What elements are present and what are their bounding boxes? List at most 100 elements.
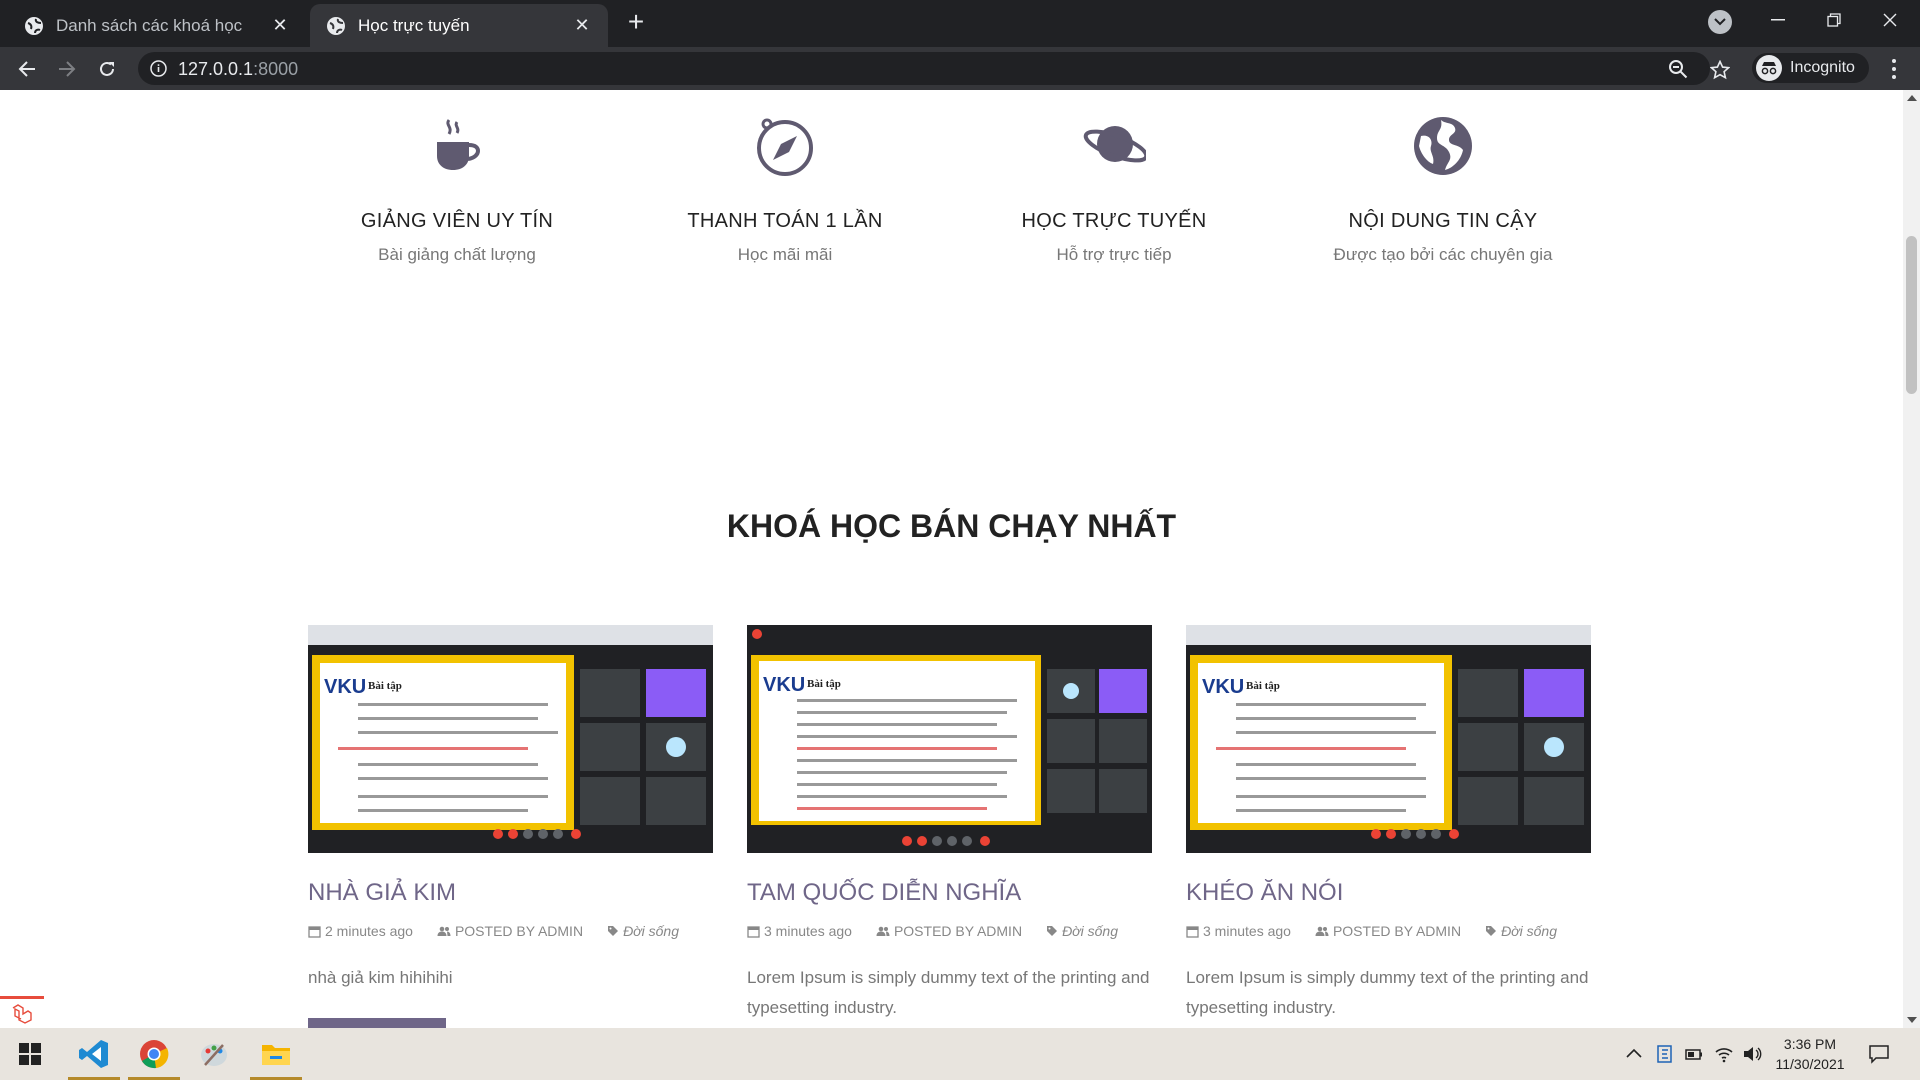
feature-trusted-content: NỘI DUNG TIN CẬY Được tạo bởi các chuyên… [1278,114,1608,265]
paint-icon[interactable] [184,1028,244,1080]
input-method-icon[interactable] [1655,1044,1675,1064]
windows-start-icon[interactable] [0,1028,60,1080]
users-icon [437,926,451,936]
calendar-icon [308,925,321,938]
globe-icon [1414,117,1472,175]
url-port: :8000 [253,59,299,79]
new-tab-button[interactable]: + [622,8,650,37]
feature-subtitle: Hỗ trợ trực tiếp [1056,245,1172,264]
chrome-icon[interactable] [124,1028,184,1080]
page-scrollbar[interactable] [1903,90,1920,1028]
post-category[interactable]: Đời sống [1046,923,1118,939]
course-description: Lorem Ipsum is simply dummy text of the … [747,968,1150,1017]
forward-arrow-icon [59,61,76,77]
scrollbar-thumb[interactable] [1906,236,1917,394]
course-title[interactable]: TAM QUỐC DIỄN NGHĨA [747,879,1152,907]
feature-subtitle: Bài giảng chất lượng [378,245,536,264]
incognito-icon [1756,55,1782,81]
thumbnail-brand: VKU [324,676,366,698]
address-bar[interactable]: 127.0.0.1:8000 [138,52,1710,85]
bookmark-star-icon[interactable] [1710,60,1730,80]
back-button[interactable] [11,53,43,85]
feature-title: GIẢNG VIÊN UY TÍN [360,210,554,232]
close-tab-icon[interactable]: ✕ [572,15,592,36]
tag-icon [1486,926,1497,936]
tab-course-list[interactable]: Danh sách các khoá học ✕ [8,4,306,47]
tab-title: Học trực tuyến [358,15,470,35]
thumbnail-heading: Bài tập [368,680,402,692]
course-thumbnail[interactable]: VKU Bài tập [1186,625,1591,853]
course-card[interactable]: VKU Bài tập KHÉO ĂN NÓI 3 minutes ago PO… [1186,625,1591,1023]
close-tab-icon[interactable]: ✕ [270,15,290,36]
post-category-text: Đời sống [623,923,679,939]
post-time: 2 minutes ago [308,923,413,939]
course-card[interactable]: VKU Bài tập NHÀ GIẢ KIM 2 minutes ago PO… [308,625,713,993]
post-author: POSTED BY ADMIN [437,923,583,939]
incognito-label: Incognito [1790,59,1855,76]
tab-online-learning[interactable]: Học trực tuyến ✕ [310,4,608,47]
post-time: 3 minutes ago [1186,923,1291,939]
calendar-icon [1186,925,1199,938]
course-title[interactable]: KHÉO ĂN NÓI [1186,879,1591,907]
laravel-debugbar-icon[interactable] [0,996,44,1028]
read-more-button[interactable] [308,1018,446,1028]
calendar-icon [747,925,760,938]
post-category[interactable]: Đời sống [607,923,679,939]
vscode-icon[interactable] [64,1028,124,1080]
zoom-icon[interactable] [1668,59,1688,79]
volume-icon[interactable] [1742,1044,1762,1064]
feature-subtitle: Học mãi mãi [737,245,833,264]
coffee-cup-icon [437,119,481,170]
feature-title: NỘI DUNG TIN CẬY [1348,210,1538,232]
info-icon[interactable] [150,60,167,77]
post-author: POSTED BY ADMIN [876,923,1022,939]
battery-icon[interactable] [1684,1044,1704,1064]
browser-tab-strip: Danh sách các khoá học ✕ Học trực tuyến … [0,0,1920,47]
course-meta: 2 minutes ago POSTED BY ADMIN Đời sống [308,923,713,939]
restore-button[interactable] [1806,0,1862,40]
users-icon [876,926,890,936]
feature-title: HỌC TRỰC TUYẾN [1021,210,1207,232]
forward-button[interactable] [51,53,83,85]
thumbnail-brand: VKU [1202,676,1244,698]
reload-button[interactable] [91,53,123,85]
post-author-text: POSTED BY ADMIN [454,923,584,939]
tab-title: Danh sách các khoá học [56,15,243,35]
tab-search-icon[interactable] [1708,10,1732,34]
incognito-badge[interactable]: Incognito [1752,53,1869,83]
scroll-up-icon[interactable] [1907,95,1917,101]
clock-date: 11/30/2021 [1775,1056,1845,1072]
course-card[interactable]: VKU Bài tập TAM QUỐC DIỄN NGHĨA 3 minute… [747,625,1152,1023]
back-arrow-icon [18,61,35,77]
chevron-up-icon[interactable] [1624,1044,1644,1064]
more-menu-icon[interactable] [1884,55,1904,83]
feature-online-learning: HỌC TRỰC TUYẾN Hỗ trợ trực tiếp [949,114,1279,265]
course-thumbnail[interactable]: VKU Bài tập [747,625,1152,853]
course-thumbnail[interactable]: VKU Bài tập [308,625,713,853]
notifications-icon[interactable] [1868,1043,1890,1065]
tag-icon [608,926,619,936]
feature-one-payment: THANH TOÁN 1 LẦN Học mãi mãi [620,114,950,265]
post-author-text: POSTED BY ADMIN [893,923,1023,939]
browser-toolbar: 127.0.0.1:8000 Incognito [0,47,1920,90]
compass-icon [757,118,813,176]
system-clock[interactable]: 3:36 PM 11/30/2021 [1770,1034,1850,1074]
reload-icon [100,61,114,76]
url-text: 127.0.0.1:8000 [178,59,298,80]
globe-icon [327,16,345,35]
feature-trusted-teachers: GIẢNG VIÊN UY TÍN Bài giảng chất lượng [292,114,622,265]
wifi-icon[interactable] [1714,1044,1734,1064]
post-author-text: POSTED BY ADMIN [1332,923,1462,939]
globe-icon [25,16,43,35]
course-title[interactable]: NHÀ GIẢ KIM [308,879,713,907]
scroll-down-icon[interactable] [1907,1017,1917,1023]
feature-subtitle: Được tạo bởi các chuyên gia [1333,245,1553,264]
thumbnail-heading: Bài tập [1246,680,1280,692]
close-window-button[interactable] [1862,0,1918,40]
post-time: 3 minutes ago [747,923,852,939]
post-category[interactable]: Đời sống [1485,923,1557,939]
post-category-text: Đời sống [1501,923,1557,939]
file-explorer-icon[interactable] [246,1028,306,1080]
thumbnail-heading: Bài tập [807,678,841,690]
minimize-button[interactable] [1750,0,1806,40]
